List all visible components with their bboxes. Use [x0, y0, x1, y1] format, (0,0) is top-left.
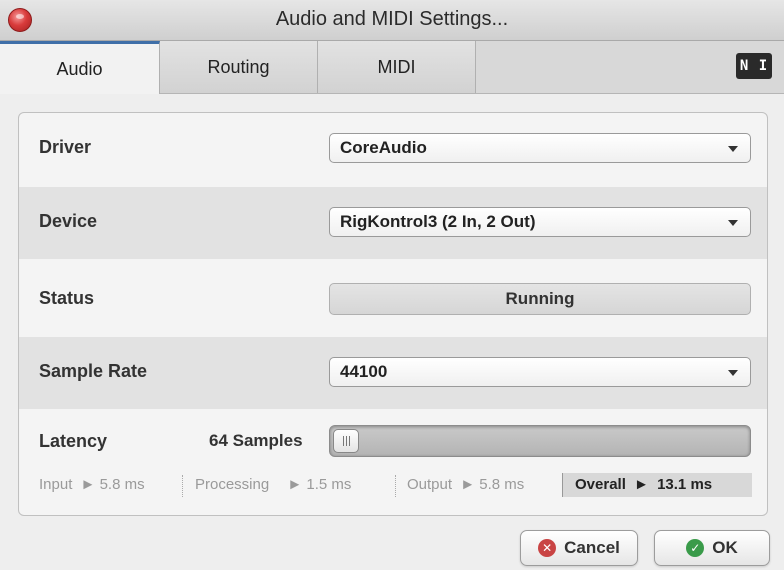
- chevron-down-icon: [728, 146, 738, 152]
- check-icon: ✓: [686, 539, 705, 557]
- window-title: Audio and MIDI Settings...: [275, 8, 509, 30]
- tab-routing[interactable]: Routing: [160, 41, 318, 93]
- driver-select[interactable]: CoreAudio: [329, 133, 751, 163]
- driver-value: CoreAudio: [340, 138, 427, 157]
- tab-midi[interactable]: MIDI: [318, 41, 476, 93]
- device-row: Device RigKontrol3 (2 In, 2 Out): [19, 187, 767, 259]
- arrow-right-icon: ►: [634, 476, 649, 493]
- cancel-button[interactable]: ✕ Cancel: [520, 530, 638, 566]
- audio-settings-panel: Driver CoreAudio Device RigKontrol3 (2 I…: [18, 112, 768, 516]
- status-display: Running: [329, 283, 751, 315]
- title-bar: Audio and MIDI Settings...: [0, 0, 784, 41]
- overall-latency-label: Overall: [575, 476, 626, 493]
- arrow-right-icon: ►: [287, 476, 303, 493]
- overall-latency: Overall ► 13.1 ms: [562, 473, 752, 497]
- processing-latency: Processing ► 1.5 ms: [195, 476, 351, 493]
- input-latency-value: 5.8 ms: [99, 476, 145, 493]
- divider: [395, 475, 396, 497]
- overall-latency-value: 13.1 ms: [657, 476, 713, 493]
- tab-bar: Audio Routing MIDI N I: [0, 41, 784, 94]
- sample-rate-select[interactable]: 44100: [329, 357, 751, 387]
- chevron-down-icon: [728, 220, 738, 226]
- grip-line: [342, 436, 344, 446]
- input-latency: Input ► 5.8 ms: [39, 476, 145, 493]
- input-latency-label: Input: [39, 476, 73, 493]
- latency-slider-thumb[interactable]: [333, 429, 359, 453]
- processing-latency-value: 1.5 ms: [306, 476, 352, 493]
- chevron-down-icon: [728, 370, 738, 376]
- ni-logo-icon: N I: [736, 53, 772, 79]
- cancel-label: Cancel: [564, 538, 620, 557]
- sample-rate-label: Sample Rate: [39, 361, 148, 381]
- processing-latency-label: Processing: [195, 476, 270, 493]
- output-latency: Output ► 5.8 ms: [407, 476, 524, 493]
- latency-samples: 64 Samples: [209, 431, 303, 450]
- ok-button[interactable]: ✓ OK: [654, 530, 770, 566]
- status-row: Status Running: [19, 261, 767, 337]
- ok-label: OK: [712, 538, 738, 557]
- grip-line: [348, 436, 350, 446]
- driver-label: Driver: [39, 137, 92, 157]
- output-latency-value: 5.8 ms: [479, 476, 525, 493]
- divider: [182, 475, 183, 497]
- cancel-icon: ✕: [538, 539, 557, 557]
- output-latency-label: Output: [407, 476, 453, 493]
- latency-slider[interactable]: [329, 425, 751, 457]
- status-label: Status: [39, 288, 95, 308]
- tab-audio[interactable]: Audio: [0, 41, 160, 94]
- arrow-right-icon: ►: [80, 476, 96, 493]
- device-select[interactable]: RigKontrol3 (2 In, 2 Out): [329, 207, 751, 237]
- arrow-right-icon: ►: [460, 476, 476, 493]
- device-value: RigKontrol3 (2 In, 2 Out): [340, 212, 536, 231]
- device-label: Device: [39, 211, 98, 231]
- sample-rate-value: 44100: [340, 362, 388, 381]
- latency-label: Latency: [39, 431, 108, 451]
- driver-row: Driver CoreAudio: [19, 113, 767, 185]
- sample-rate-row: Sample Rate 44100: [19, 337, 767, 409]
- grip-line: [345, 436, 347, 446]
